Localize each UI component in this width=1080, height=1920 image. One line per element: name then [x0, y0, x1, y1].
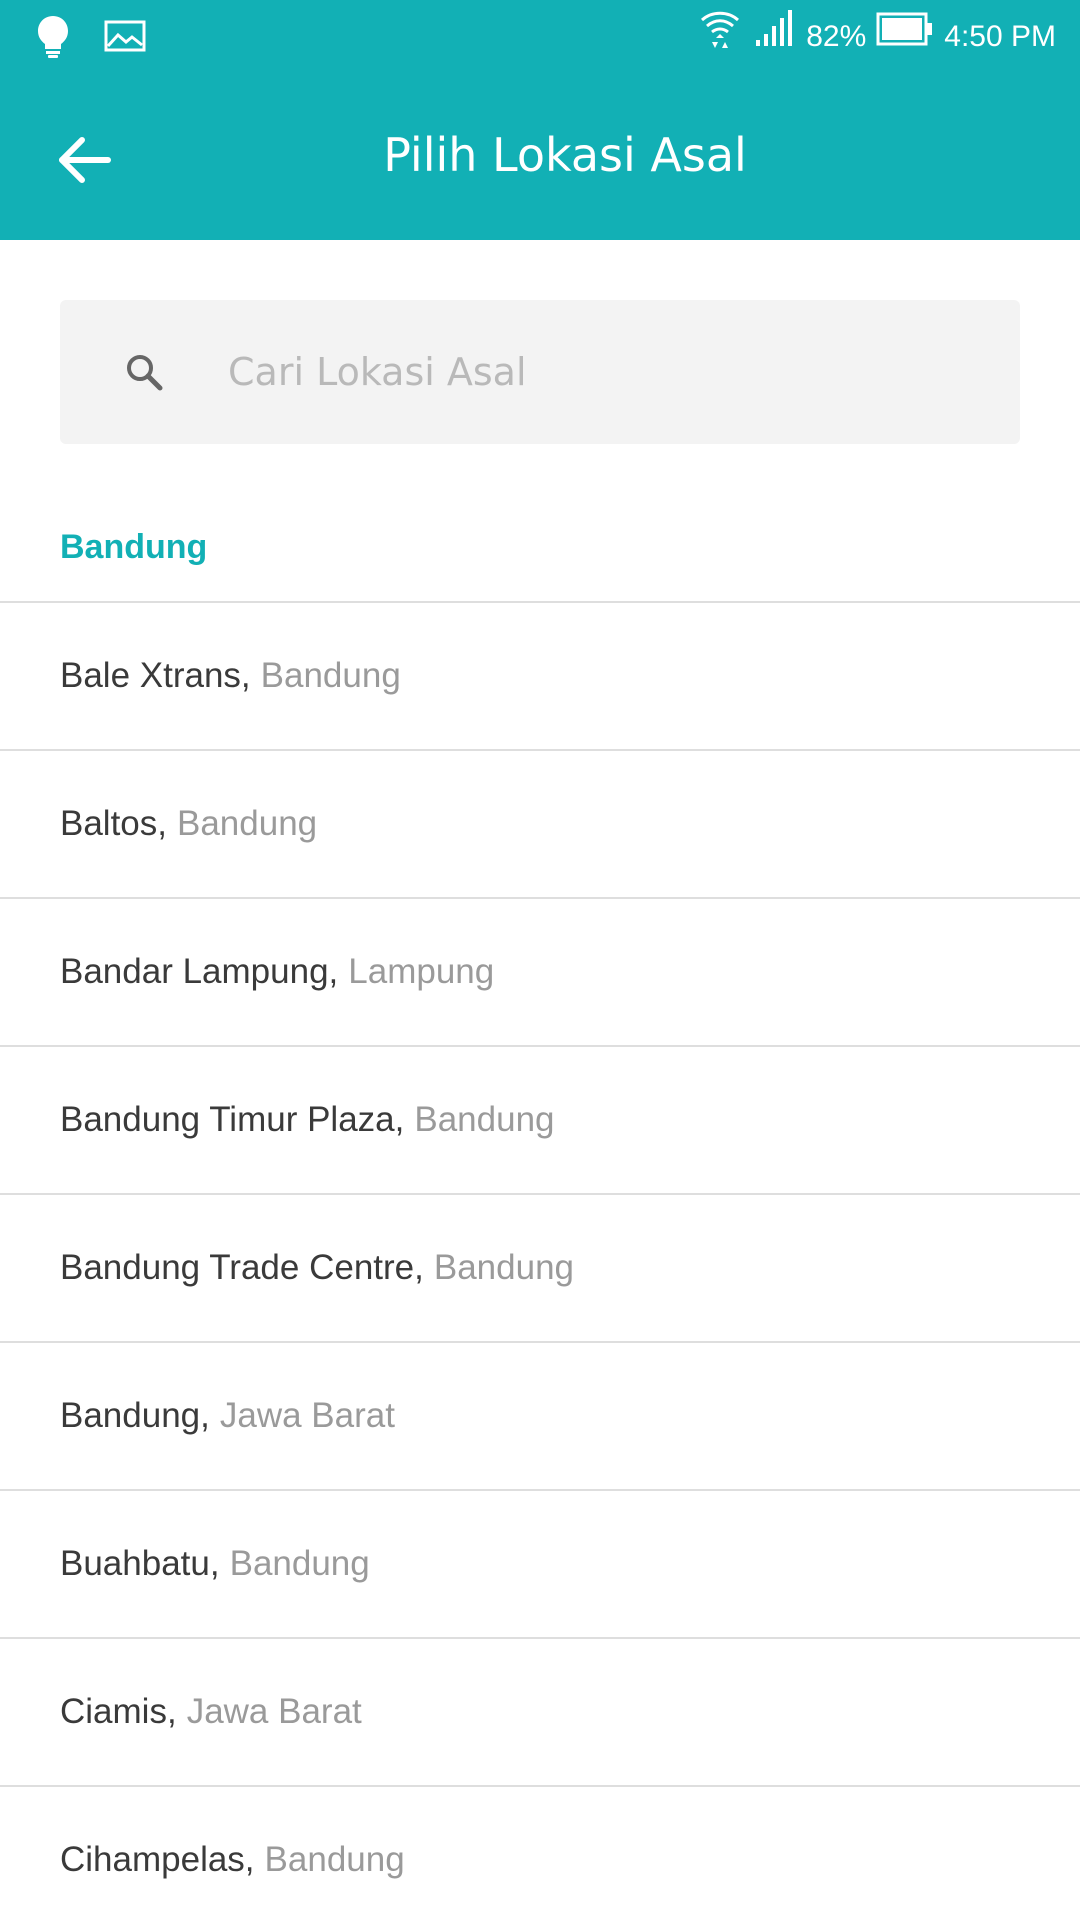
location-name: Bandung,: [60, 1396, 210, 1435]
location-region: Bandung: [229, 1544, 370, 1583]
image-icon: [104, 20, 146, 57]
app-header: 82% 4:50 PM Pilih Lokasi Asal: [0, 0, 1080, 240]
location-region: Bandung: [264, 1840, 405, 1879]
battery-percent: 82%: [806, 20, 867, 53]
location-item[interactable]: Buahbatu, Bandung: [0, 1491, 1080, 1639]
location-name: Bale Xtrans,: [60, 656, 251, 695]
location-item[interactable]: Ciamis, Jawa Barat: [0, 1639, 1080, 1787]
location-region: Jawa Barat: [186, 1692, 362, 1731]
location-region: Bandung: [433, 1248, 575, 1287]
signal-icon: [752, 8, 796, 66]
location-region: Jawa Barat: [219, 1396, 395, 1435]
app-root: 82% 4:50 PM Pilih Lokasi Asal Cari Lokas…: [0, 0, 1080, 1920]
location-name: Ciamis,: [60, 1692, 177, 1731]
status-bar: 82% 4:50 PM: [0, 0, 1080, 74]
section-header: Bandung: [60, 528, 208, 566]
status-bar-right: 82% 4:50 PM: [698, 10, 1056, 64]
location-name: Baltos,: [60, 804, 167, 843]
location-region: Bandung: [414, 1100, 555, 1139]
location-region: Bandung: [177, 804, 318, 843]
location-name: Bandung Timur Plaza,: [60, 1100, 405, 1139]
location-name: Bandar Lampung,: [60, 952, 339, 991]
location-item[interactable]: Bandung Timur Plaza, Bandung: [0, 1047, 1080, 1195]
search-icon: [124, 352, 164, 392]
location-item[interactable]: Bale Xtrans, Bandung: [0, 603, 1080, 751]
wifi-icon: [698, 6, 742, 68]
battery-icon: [876, 10, 934, 64]
toolbar: Pilih Lokasi Asal: [0, 74, 1080, 240]
location-region: Bandung: [260, 656, 401, 695]
location-item[interactable]: Cihampelas, Bandung: [0, 1787, 1080, 1920]
location-item[interactable]: Bandung, Jawa Barat: [0, 1343, 1080, 1491]
search-input[interactable]: [228, 336, 988, 408]
clock: 4:50 PM: [944, 20, 1056, 53]
location-item[interactable]: Bandung Trade Centre, Bandung: [0, 1195, 1080, 1343]
location-name: Bandung Trade Centre,: [60, 1248, 424, 1287]
location-list: Bale Xtrans, Bandung Baltos, Bandung Ban…: [0, 603, 1080, 1920]
lightbulb-icon: [36, 14, 70, 65]
location-region: Lampung: [348, 952, 495, 991]
location-name: Buahbatu,: [60, 1544, 220, 1583]
location-item[interactable]: Baltos, Bandung: [0, 751, 1080, 899]
search-box[interactable]: [60, 300, 1020, 444]
page-title: Pilih Lokasi Asal: [383, 128, 747, 182]
location-name: Cihampelas,: [60, 1840, 255, 1879]
location-item[interactable]: Bandar Lampung, Lampung: [0, 899, 1080, 1047]
